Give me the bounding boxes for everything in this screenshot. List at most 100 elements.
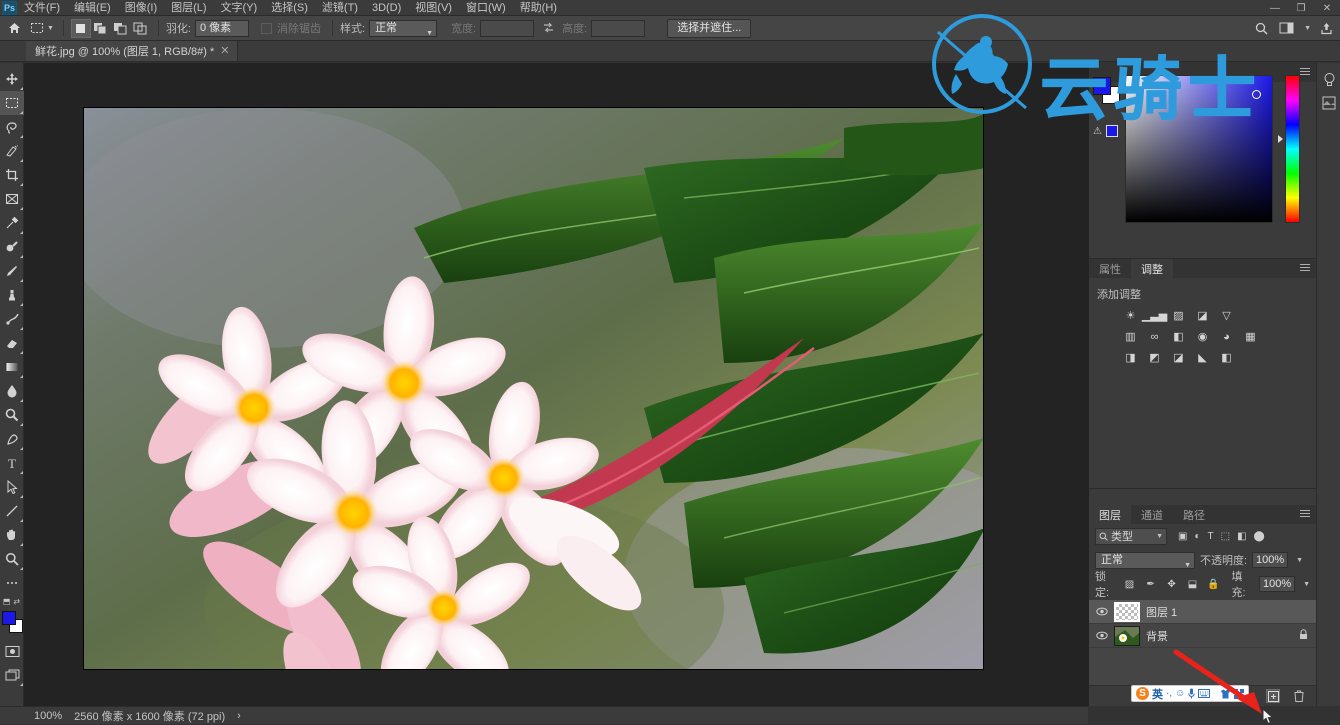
- menu-item-2[interactable]: 图像(I): [118, 0, 164, 16]
- invert-icon[interactable]: ◨: [1123, 350, 1138, 365]
- blur-tool[interactable]: [0, 379, 24, 403]
- swap-colors-icon[interactable]: ⇄: [13, 597, 20, 606]
- color-balance-icon[interactable]: ∞: [1147, 329, 1162, 344]
- libraries-icon[interactable]: [1317, 91, 1340, 115]
- dodge-tool[interactable]: [0, 403, 24, 427]
- frame-tool[interactable]: [0, 187, 24, 211]
- lasso-tool[interactable]: [0, 115, 24, 139]
- rectangular-marquee-tool[interactable]: [0, 91, 24, 115]
- tab-layers[interactable]: 图层: [1089, 505, 1131, 524]
- filter-shape-icon[interactable]: ⬚: [1221, 531, 1230, 542]
- lock-all-icon[interactable]: 🔒: [1207, 577, 1221, 591]
- add-to-selection-button[interactable]: [91, 19, 111, 38]
- photo-filter-icon[interactable]: ◉: [1195, 329, 1210, 344]
- eraser-tool[interactable]: [0, 331, 24, 355]
- blend-mode-select[interactable]: 正常 ▼: [1095, 551, 1195, 569]
- ime-emoji-icon[interactable]: ☺: [1175, 688, 1185, 699]
- subtract-from-selection-button[interactable]: [111, 19, 131, 38]
- curves-icon[interactable]: ▨: [1171, 308, 1186, 323]
- quick-mask-icon[interactable]: [0, 639, 24, 663]
- quick-selection-tool[interactable]: [0, 139, 24, 163]
- default-colors-icon[interactable]: ⬒: [3, 597, 11, 606]
- hue-slider[interactable]: [1285, 75, 1300, 223]
- ime-toolbox-icon[interactable]: [1234, 688, 1245, 699]
- canvas-area[interactable]: [24, 63, 1089, 706]
- web-safe-color-icon[interactable]: [1105, 125, 1118, 137]
- lock-transparent-pixels-icon[interactable]: ▨: [1123, 577, 1137, 591]
- history-brush-tool[interactable]: [0, 307, 24, 331]
- eyedropper-tool[interactable]: [0, 211, 24, 235]
- filter-smart-object-icon[interactable]: ◧: [1237, 531, 1246, 542]
- screen-mode-icon[interactable]: [0, 663, 24, 687]
- fill-value[interactable]: 100%: [1259, 576, 1296, 592]
- levels-icon[interactable]: ▁▃▅: [1142, 308, 1167, 323]
- spot-healing-brush-tool[interactable]: [0, 235, 24, 259]
- antialias-checkbox[interactable]: [261, 22, 272, 34]
- exposure-icon[interactable]: ◪: [1195, 308, 1210, 323]
- width-input[interactable]: [480, 19, 535, 37]
- panel-menu-icon[interactable]: [1300, 68, 1310, 77]
- zoom-level[interactable]: 100%: [34, 710, 62, 722]
- color-field[interactable]: [1125, 75, 1273, 223]
- menu-item-5[interactable]: 选择(S): [264, 0, 315, 16]
- chevron-down-icon[interactable]: ▼: [1303, 581, 1310, 588]
- ime-keyboard-icon[interactable]: [1198, 689, 1211, 698]
- tab-paths[interactable]: 路径: [1173, 505, 1215, 524]
- delete-layer-icon[interactable]: [1292, 689, 1306, 703]
- menu-item-6[interactable]: 滤镜(T): [315, 0, 365, 16]
- zoom-tool[interactable]: [0, 547, 24, 571]
- lock-artboard-nesting-icon[interactable]: ⬓: [1186, 577, 1200, 591]
- layer-row-2[interactable]: 背景: [1089, 624, 1316, 648]
- foreground-color-swatch[interactable]: [1093, 77, 1111, 95]
- close-icon[interactable]: ✕: [220, 44, 229, 57]
- menu-item-4[interactable]: 文字(Y): [214, 0, 265, 16]
- ime-mode-label[interactable]: 英: [1152, 686, 1163, 702]
- filter-toggle-icon[interactable]: ⬤: [1254, 531, 1265, 542]
- share-icon[interactable]: [1316, 19, 1336, 38]
- gradient-tool[interactable]: [0, 355, 24, 379]
- layer-name[interactable]: 图层 1: [1146, 604, 1177, 620]
- color-lookup-icon[interactable]: ▦: [1243, 329, 1258, 344]
- filter-type-icon[interactable]: T: [1208, 531, 1214, 542]
- brightness-contrast-icon[interactable]: ☀: [1123, 308, 1138, 323]
- feather-input[interactable]: 0 像素: [195, 19, 249, 37]
- tab-adjustments[interactable]: 调整: [1131, 259, 1173, 278]
- layer-visibility-icon[interactable]: [1095, 631, 1108, 640]
- menu-item-9[interactable]: 窗口(W): [459, 0, 513, 16]
- black-white-icon[interactable]: ◧: [1171, 329, 1186, 344]
- filter-adjustment-icon[interactable]: ◐: [1194, 531, 1200, 542]
- ime-punctuation-icon[interactable]: ·,: [1166, 688, 1172, 699]
- new-selection-button[interactable]: [70, 18, 91, 38]
- lock-image-pixels-icon[interactable]: ✒: [1144, 577, 1158, 591]
- edit-toolbar-more[interactable]: [0, 571, 24, 595]
- document-image[interactable]: [83, 107, 984, 670]
- ime-skin-icon[interactable]: [1220, 689, 1231, 699]
- document-tab[interactable]: 鲜花.jpg @ 100% (图层 1, RGB/8#) * ✕: [26, 40, 238, 61]
- layer-filter-select[interactable]: 类型 ▼: [1095, 527, 1167, 545]
- search-icon[interactable]: [1251, 19, 1271, 38]
- panel-menu-icon[interactable]: [1300, 510, 1310, 519]
- foreground-color-swatch[interactable]: [2, 611, 16, 625]
- close-button[interactable]: ✕: [1314, 0, 1340, 16]
- channel-mixer-icon[interactable]: ◕: [1219, 329, 1234, 344]
- type-tool[interactable]: T: [0, 451, 24, 475]
- menu-item-1[interactable]: 编辑(E): [67, 0, 118, 16]
- line-shape-tool[interactable]: [0, 499, 24, 523]
- restore-button[interactable]: ❐: [1288, 0, 1314, 16]
- menu-item-8[interactable]: 视图(V): [408, 0, 459, 16]
- opacity-value[interactable]: 100%: [1252, 552, 1289, 568]
- vibrance-icon[interactable]: ▽: [1219, 308, 1234, 323]
- menu-item-0[interactable]: 文件(F): [17, 0, 67, 16]
- tab-channels[interactable]: 通道: [1131, 505, 1173, 524]
- threshold-icon[interactable]: ◪: [1171, 350, 1186, 365]
- layer-row-1[interactable]: 图层 1: [1089, 600, 1316, 624]
- tool-preset-picker[interactable]: ▼: [28, 19, 56, 38]
- menu-item-3[interactable]: 图层(L): [164, 0, 213, 16]
- style-select[interactable]: 正常 ▼: [369, 19, 438, 37]
- swap-dimensions-icon[interactable]: [538, 19, 558, 38]
- path-selection-tool[interactable]: [0, 475, 24, 499]
- chevron-down-icon[interactable]: ▼: [1304, 25, 1311, 32]
- hand-tool[interactable]: [0, 523, 24, 547]
- gradient-map-icon[interactable]: ◣: [1195, 350, 1210, 365]
- status-expand-icon[interactable]: ›: [237, 710, 241, 722]
